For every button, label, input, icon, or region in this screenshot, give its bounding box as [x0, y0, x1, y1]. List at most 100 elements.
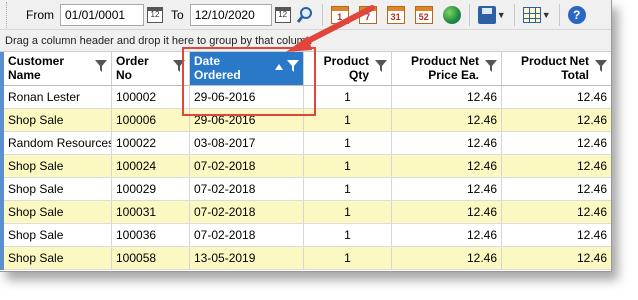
cell-price: 12.46: [392, 247, 502, 269]
calendar-year-icon: 52: [414, 5, 433, 24]
toolbar-separator: [558, 3, 560, 26]
grid-layout-icon: [522, 6, 541, 23]
to-label: To: [171, 7, 184, 22]
cell-qty: 1: [304, 247, 392, 269]
cell-customer: Shop Sale: [0, 155, 112, 177]
column-header-product-qty[interactable]: Product Qty: [304, 52, 392, 85]
cell-date: 13-05-2019: [190, 247, 304, 269]
cell-qty: 1: [304, 132, 392, 154]
header-line: Date: [194, 54, 221, 68]
cell-qty: 1: [304, 109, 392, 131]
cell-price: 12.46: [392, 86, 502, 108]
cell-customer: Ronan Lester: [0, 86, 112, 108]
help-icon: ?: [567, 5, 586, 24]
calendar-day-icon: 1: [330, 5, 349, 24]
table-row[interactable]: Shop Sale 100036 07-02-2018 1 12.46 12.4…: [0, 224, 611, 247]
day-7-button[interactable]: 7: [356, 3, 380, 27]
cell-price: 12.46: [392, 178, 502, 200]
cell-date: 07-02-2018: [190, 224, 304, 246]
cell-total: 12.46: [502, 155, 611, 177]
calendar-month-icon: 31: [386, 5, 405, 24]
save-icon: [477, 5, 496, 24]
day-31-button[interactable]: 31: [384, 3, 408, 27]
cell-total: 12.46: [502, 201, 611, 223]
save-button[interactable]: ▼: [475, 3, 509, 27]
toolbar-separator: [468, 3, 470, 26]
column-header-product-net-total[interactable]: Product Net Total: [502, 52, 611, 85]
orders-grid: Customer Name Order No Date Ordered Prod…: [0, 52, 611, 270]
from-calendar-icon[interactable]: 12: [147, 6, 163, 23]
cell-order: 100036: [112, 224, 190, 246]
sort-ascending-icon[interactable]: [275, 64, 283, 70]
header-line: Price Ea.: [428, 68, 479, 82]
cell-customer: Shop Sale: [0, 247, 112, 269]
grid-header: Customer Name Order No Date Ordered Prod…: [0, 52, 611, 86]
table-row[interactable]: Shop Sale 100006 29-06-2016 1 12.46 12.4…: [0, 109, 611, 132]
calendar-week-icon: 7: [358, 5, 377, 24]
cell-total: 12.46: [502, 247, 611, 269]
header-line: Name: [8, 68, 41, 82]
column-header-order-no[interactable]: Order No: [112, 52, 190, 85]
filter-icon[interactable]: [173, 60, 185, 72]
filter-icon[interactable]: [485, 60, 497, 72]
filter-icon[interactable]: [375, 60, 387, 72]
header-line: Qty: [348, 68, 369, 82]
cell-total: 12.46: [502, 224, 611, 246]
cell-qty: 1: [304, 155, 392, 177]
table-row[interactable]: Shop Sale 100029 07-02-2018 1 12.46 12.4…: [0, 178, 611, 201]
header-line: Ordered: [194, 68, 241, 82]
filter-icon[interactable]: [95, 60, 107, 72]
toolbar-separator: [513, 3, 515, 26]
from-label: From: [26, 7, 54, 22]
header-line: Product Net: [410, 54, 479, 68]
cell-price: 12.46: [392, 155, 502, 177]
header-line: Product Net: [520, 54, 589, 68]
cell-qty: 1: [304, 86, 392, 108]
column-header-date-ordered[interactable]: Date Ordered: [190, 52, 304, 85]
globe-icon: [442, 5, 461, 24]
group-by-panel[interactable]: Drag a column header and drop it here to…: [0, 30, 611, 52]
column-header-product-net-price[interactable]: Product Net Price Ea.: [392, 52, 502, 85]
cell-price: 12.46: [392, 201, 502, 223]
cell-date: 07-02-2018: [190, 155, 304, 177]
table-row[interactable]: Shop Sale 100031 07-02-2018 1 12.46 12.4…: [0, 201, 611, 224]
cell-price: 12.46: [392, 109, 502, 131]
chevron-down-icon: ▼: [541, 9, 551, 20]
cell-total: 12.46: [502, 178, 611, 200]
cell-customer: Random Resources: [0, 132, 112, 154]
table-row[interactable]: Random Resources 100022 03-08-2017 1 12.…: [0, 132, 611, 155]
cell-total: 12.46: [502, 132, 611, 154]
cell-qty: 1: [304, 224, 392, 246]
table-row[interactable]: Shop Sale 100058 13-05-2019 1 12.46 12.4…: [0, 247, 611, 270]
to-calendar-icon[interactable]: 12: [274, 6, 291, 23]
toolbar-separator: [321, 3, 323, 26]
cell-order: 100022: [112, 132, 190, 154]
cell-date: 07-02-2018: [190, 201, 304, 223]
cell-customer: Shop Sale: [0, 109, 112, 131]
cell-qty: 1: [304, 178, 392, 200]
search-button[interactable]: [293, 3, 317, 27]
cell-total: 12.46: [502, 86, 611, 108]
cell-customer: Shop Sale: [0, 224, 112, 246]
toolbar-grip[interactable]: [6, 1, 22, 28]
header-line: Total: [561, 68, 589, 82]
column-header-customer-name[interactable]: Customer Name: [0, 52, 112, 85]
cell-order: 100006: [112, 109, 190, 131]
order-grid-window: From 01/01/0001 12 To 12/10/2020 12 1 7 …: [0, 0, 612, 272]
filter-icon[interactable]: [287, 60, 299, 72]
help-button[interactable]: ?: [565, 3, 589, 27]
cell-order: 100058: [112, 247, 190, 269]
table-row[interactable]: Shop Sale 100024 07-02-2018 1 12.46 12.4…: [0, 155, 611, 178]
day-52-button[interactable]: 52: [412, 3, 436, 27]
cell-date: 29-06-2016: [190, 86, 304, 108]
filter-icon[interactable]: [595, 60, 607, 72]
layout-button[interactable]: ▼: [520, 3, 554, 27]
cell-price: 12.46: [392, 224, 502, 246]
cell-order: 100031: [112, 201, 190, 223]
table-row[interactable]: Ronan Lester 100002 29-06-2016 1 12.46 1…: [0, 86, 611, 109]
globe-button[interactable]: [440, 3, 464, 27]
to-date-input[interactable]: 12/10/2020: [189, 3, 272, 26]
header-line: Customer: [8, 54, 65, 68]
from-date-input[interactable]: 01/01/0001: [60, 3, 144, 26]
day-1-button[interactable]: 1: [328, 3, 352, 27]
